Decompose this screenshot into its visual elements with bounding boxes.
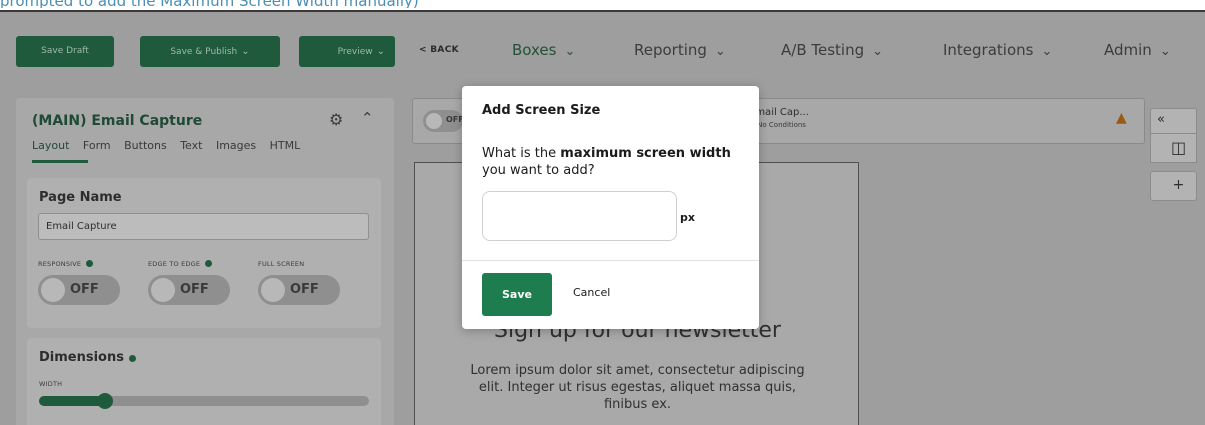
responsive-label: RESPONSIVE bbox=[38, 260, 94, 268]
edge-to-edge-label-text: EDGE TO EDGE bbox=[148, 260, 201, 268]
app-window: Save Draft Save & Publish ⌄ Preview ⌄ < BA… bbox=[0, 10, 1205, 425]
dialog-question: What is the maximum screen width you wan… bbox=[482, 145, 732, 179]
tab-text[interactable]: Text bbox=[180, 139, 202, 152]
dialog-title: Add Screen Size bbox=[482, 103, 601, 118]
nav-ab-testing[interactable]: A/B Testing ⌄ bbox=[781, 41, 883, 59]
nav-admin-label: Admin bbox=[1104, 41, 1152, 59]
tab-form[interactable]: Form bbox=[83, 139, 111, 152]
top-toolbar: Save Draft Save & Publish ⌄ Preview ⌄ < BA… bbox=[0, 12, 1205, 92]
edge-to-edge-label: EDGE TO EDGE bbox=[148, 260, 213, 268]
nav-admin[interactable]: Admin ⌄ bbox=[1104, 41, 1171, 59]
toggle-knob bbox=[261, 278, 285, 302]
toggle-state: OFF bbox=[70, 282, 99, 297]
page-caption: prompted to add the Maximum Screen Width… bbox=[0, 0, 1205, 8]
question-post: you want to add? bbox=[482, 163, 595, 178]
unit-label: px bbox=[680, 211, 695, 224]
info-icon[interactable] bbox=[128, 355, 136, 362]
question-pre: What is the bbox=[482, 146, 561, 161]
preview-body[interactable]: Lorem ipsum dolor sit amet, consectetur … bbox=[470, 362, 805, 413]
question-bold: maximum screen width bbox=[560, 146, 731, 161]
panel-title: (MAIN) Email Capture bbox=[32, 113, 203, 129]
info-icon[interactable] bbox=[86, 260, 94, 267]
nav-reporting-label: Reporting bbox=[634, 41, 707, 59]
chevron-down-icon: ⌄ bbox=[376, 46, 385, 57]
chevron-down-icon: ⌄ bbox=[1041, 44, 1053, 59]
dialog-divider bbox=[462, 260, 759, 261]
dimensions-heading-text: Dimensions bbox=[39, 350, 124, 365]
full-screen-toggle[interactable]: OFF bbox=[258, 275, 340, 305]
box-toggle[interactable]: OFF bbox=[423, 110, 464, 132]
tab-html[interactable]: HTML bbox=[270, 139, 301, 152]
toggle-knob bbox=[426, 113, 442, 129]
preview-button[interactable]: Preview ⌄ bbox=[299, 36, 395, 67]
devices-icon[interactable]: ◫ bbox=[1150, 133, 1197, 163]
chevron-down-icon: ⌄ bbox=[1159, 44, 1171, 59]
responsive-toggle[interactable]: OFF bbox=[38, 275, 120, 305]
save-draft-button[interactable]: Save Draft bbox=[16, 36, 114, 67]
tab-images[interactable]: Images bbox=[216, 139, 256, 152]
toggle-knob bbox=[151, 278, 175, 302]
collapse-button[interactable]: « bbox=[1150, 108, 1197, 134]
nav-integrations[interactable]: Integrations ⌄ bbox=[943, 41, 1052, 59]
page-name-input[interactable]: Email Capture bbox=[38, 213, 369, 240]
save-button[interactable]: Save bbox=[482, 273, 552, 316]
max-width-input[interactable] bbox=[482, 191, 677, 241]
nav-boxes-label: Boxes bbox=[512, 41, 557, 59]
chevron-down-icon: ⌄ bbox=[564, 44, 576, 59]
save-publish-label: Save & Publish bbox=[170, 47, 238, 57]
warning-icon[interactable]: ▲ bbox=[1116, 110, 1127, 126]
nav-reporting[interactable]: Reporting ⌄ bbox=[634, 41, 726, 59]
full-screen-label: FULL SCREEN bbox=[258, 260, 305, 268]
save-publish-button[interactable]: Save & Publish ⌄ bbox=[140, 36, 280, 67]
width-slider-fill bbox=[39, 396, 105, 406]
preview-label: Preview bbox=[337, 47, 373, 57]
add-screen-size-dialog: Add Screen Size What is the maximum scre… bbox=[462, 86, 759, 329]
width-label: WIDTH bbox=[39, 380, 63, 388]
width-slider[interactable] bbox=[39, 393, 369, 409]
nav-ab-testing-label: A/B Testing bbox=[781, 41, 865, 59]
panel-tabs: Layout Form Buttons Text Images HTML bbox=[32, 139, 310, 152]
edge-to-edge-toggle[interactable]: OFF bbox=[148, 275, 230, 305]
back-link[interactable]: < BACK bbox=[419, 45, 459, 55]
chevron-up-icon[interactable]: ⌃ bbox=[361, 109, 374, 127]
tab-layout[interactable]: Layout bbox=[32, 139, 69, 152]
tab-buttons[interactable]: Buttons bbox=[124, 139, 167, 152]
save-draft-label: Save Draft bbox=[41, 46, 89, 56]
width-slider-handle[interactable] bbox=[97, 393, 113, 409]
toggle-state: OFF bbox=[180, 282, 209, 297]
page-name-card: Page Name Email Capture RESPONSIVE EDGE … bbox=[27, 178, 381, 328]
dimensions-heading: Dimensions bbox=[39, 350, 136, 365]
conditions-text: No Conditions bbox=[757, 121, 806, 129]
toggle-knob bbox=[41, 278, 65, 302]
active-tab-indicator bbox=[32, 160, 88, 163]
chevron-down-icon: ⌄ bbox=[241, 46, 250, 57]
nav-boxes[interactable]: Boxes ⌄ bbox=[512, 41, 575, 59]
chevron-down-icon: ⌄ bbox=[872, 44, 884, 59]
page-name-heading: Page Name bbox=[39, 190, 122, 205]
chevron-down-icon: ⌄ bbox=[714, 44, 726, 59]
responsive-label-text: RESPONSIVE bbox=[38, 260, 82, 268]
gear-icon[interactable]: ⚙ bbox=[329, 110, 343, 129]
add-screen-size-button[interactable]: + bbox=[1150, 171, 1197, 201]
settings-panel: (MAIN) Email Capture ⚙ ⌃ Layout Form But… bbox=[16, 98, 394, 425]
nav-integrations-label: Integrations bbox=[943, 41, 1034, 59]
dimensions-card: Dimensions WIDTH bbox=[27, 338, 381, 425]
info-icon[interactable] bbox=[205, 260, 213, 267]
cancel-button[interactable]: Cancel bbox=[573, 286, 610, 299]
screen-size-tools: « ◫ + bbox=[1150, 108, 1197, 218]
toggle-state: OFF bbox=[290, 282, 319, 297]
